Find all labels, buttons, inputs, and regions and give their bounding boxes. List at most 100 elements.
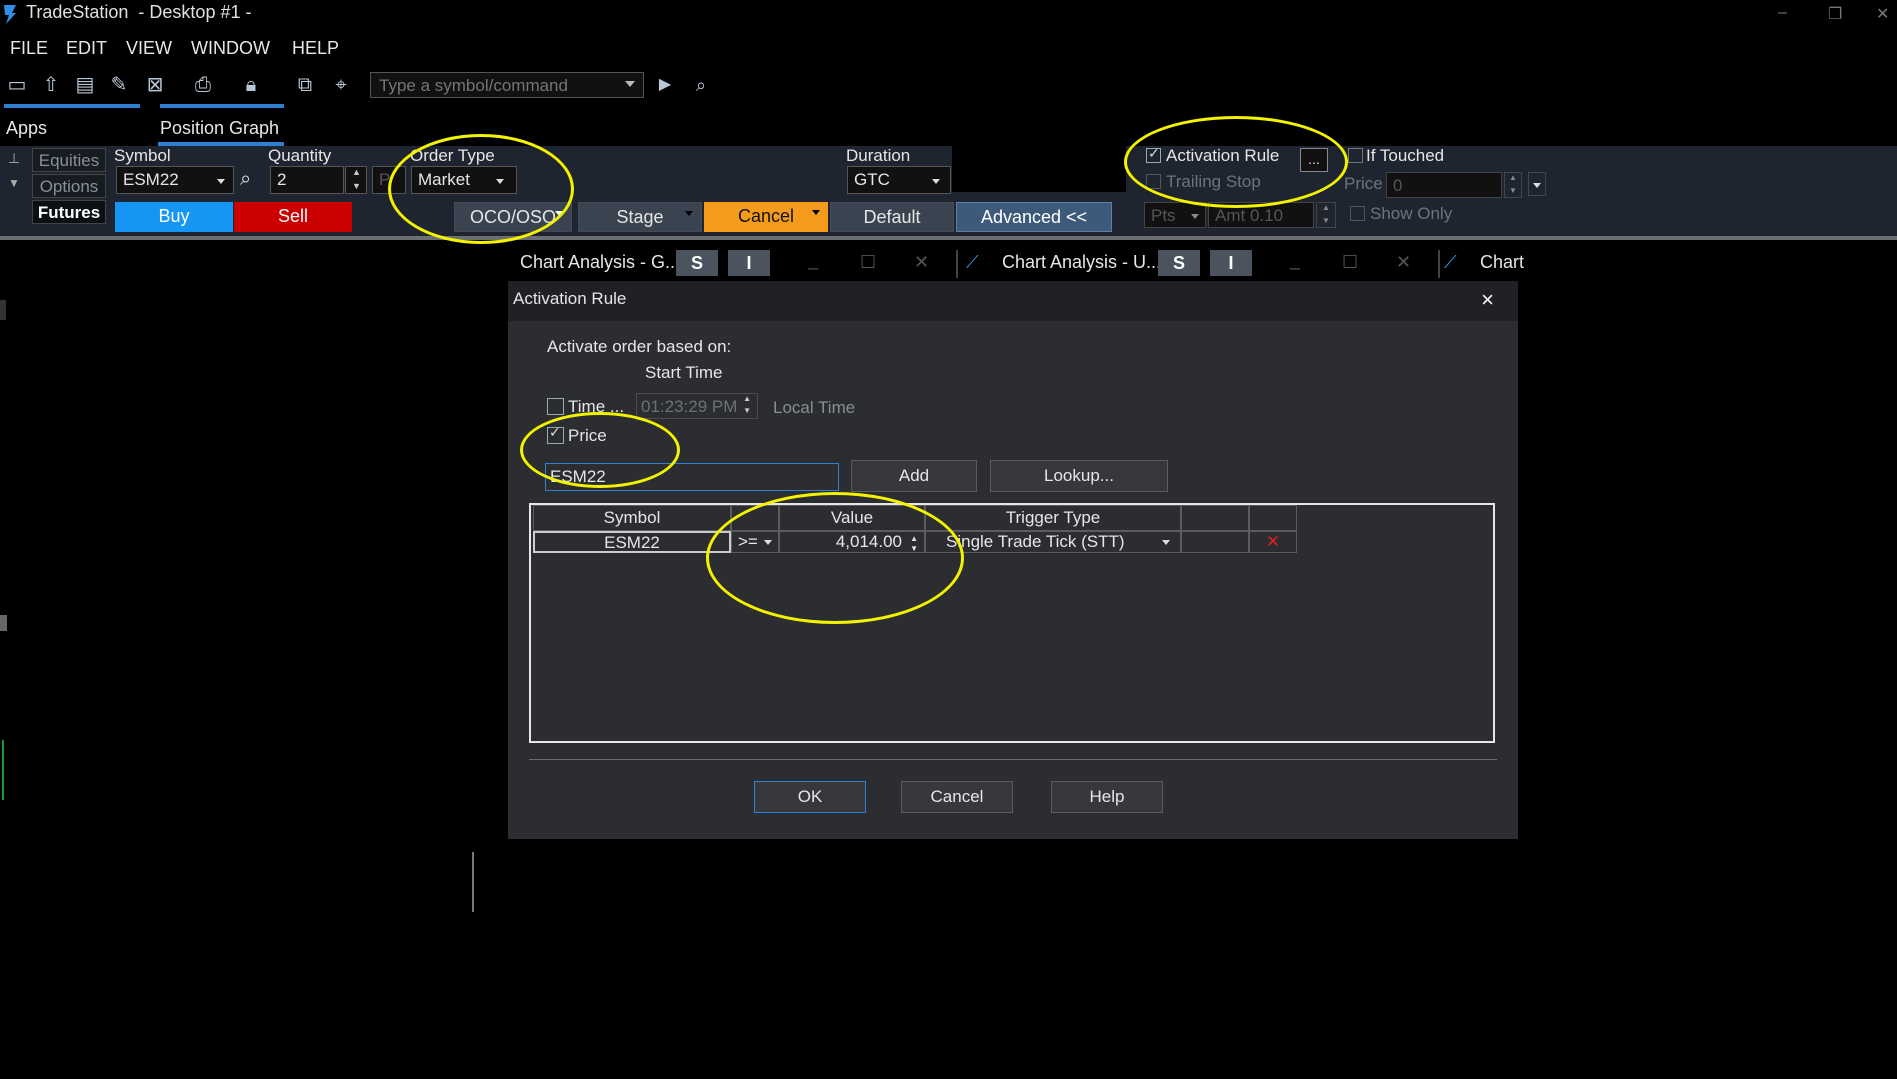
minimize-icon[interactable]: – xyxy=(1778,4,1787,22)
default-button[interactable]: Default xyxy=(830,202,954,232)
row-symbol-cell[interactable]: ESM22 xyxy=(533,531,731,553)
stage-button[interactable]: Stage xyxy=(578,202,702,232)
menu-edit[interactable]: EDIT xyxy=(66,38,107,59)
chevron-down-icon[interactable] xyxy=(812,210,820,215)
duration-select[interactable]: GTC xyxy=(847,166,951,194)
stepper-down-icon[interactable]: ▼ xyxy=(1322,216,1330,225)
chevron-down-icon[interactable] xyxy=(1191,214,1199,219)
stepper-up-icon[interactable]: ▲ xyxy=(1509,173,1517,182)
quantity-stepper[interactable]: ▲ ▼ xyxy=(345,166,367,194)
print-icon[interactable]: ⎙ xyxy=(190,72,216,98)
window-tab-chart-2[interactable]: Chart Analysis - U... xyxy=(1002,252,1161,273)
stray-line xyxy=(472,852,474,912)
price-dropdown[interactable] xyxy=(1528,172,1546,196)
left-edge-fragment xyxy=(0,300,6,320)
stepper-up-icon[interactable]: ▲ xyxy=(743,394,751,403)
advanced-button[interactable]: Advanced << xyxy=(956,202,1112,232)
time-checkbox[interactable] xyxy=(547,398,564,415)
menu-help[interactable]: HELP xyxy=(292,38,339,59)
menu-window[interactable]: WINDOW xyxy=(191,38,270,59)
close-window-icon[interactable]: ⊠ xyxy=(142,72,168,98)
lock-icon[interactable]: 🔒︎ xyxy=(238,72,264,98)
apps-label[interactable]: Apps xyxy=(6,118,47,139)
buy-button[interactable]: Buy xyxy=(115,202,233,232)
ok-button[interactable]: OK xyxy=(754,781,866,813)
tab-equities[interactable]: Equities xyxy=(32,148,106,172)
stepper-down-icon[interactable]: ▼ xyxy=(1509,186,1517,195)
search-icon[interactable]: ⌕ xyxy=(688,72,714,98)
pin-icon[interactable]: ⊥ xyxy=(8,150,20,167)
if-touched-label: If Touched xyxy=(1366,146,1445,165)
chevron-down-icon[interactable] xyxy=(1162,540,1170,545)
stepper-down-icon[interactable]: ▼ xyxy=(743,406,751,415)
save-icon[interactable]: ▤ xyxy=(72,72,98,98)
maximize-icon[interactable]: ☐ xyxy=(1342,252,1358,273)
activation-rule-dialog: Activation Rule × Activate order based o… xyxy=(508,281,1518,839)
tab-options[interactable]: Options xyxy=(32,174,106,198)
time-field[interactable]: 01:23:29 PM ▲ ▼ xyxy=(636,393,758,419)
delete-row-icon[interactable]: ✕ xyxy=(1249,531,1297,553)
annotation-ellipse-order-type xyxy=(388,134,574,244)
window-tab-chart-1[interactable]: Chart Analysis - G... xyxy=(520,252,680,273)
chevron-down-icon[interactable] xyxy=(1533,183,1541,188)
symbol-search-icon[interactable]: ⌕ xyxy=(240,168,251,191)
restore-icon[interactable]: ❐ xyxy=(1828,4,1842,24)
menu-file[interactable]: FILE xyxy=(10,38,48,59)
sell-button[interactable]: Sell xyxy=(234,202,352,232)
minimize-icon[interactable]: _ xyxy=(808,250,818,271)
close-icon[interactable]: ✕ xyxy=(914,252,929,273)
tab-divider xyxy=(1438,250,1440,278)
duration-label: Duration xyxy=(846,146,911,165)
lookup-button[interactable]: Lookup... xyxy=(990,460,1168,492)
stepper-down-icon[interactable]: ▼ xyxy=(352,181,361,191)
amt-stepper[interactable]: ▲ ▼ xyxy=(1316,202,1336,228)
help-button[interactable]: Help xyxy=(1051,781,1163,813)
cancel-order-button[interactable]: Cancel xyxy=(704,202,828,232)
redacted-area xyxy=(952,146,1126,192)
chevron-down-icon[interactable] xyxy=(685,211,693,216)
command-input[interactable] xyxy=(377,75,621,97)
add-button[interactable]: Add xyxy=(851,460,977,492)
dialog-close-icon[interactable]: × xyxy=(1481,287,1494,313)
quantity-field[interactable]: 2 xyxy=(270,166,344,194)
column-header-symbol: Symbol xyxy=(533,505,731,531)
chevron-down-icon[interactable] xyxy=(932,179,940,184)
inspect-icon[interactable]: ⌖ xyxy=(328,72,354,98)
close-icon[interactable]: ✕ xyxy=(1876,4,1889,24)
stepper-up-icon[interactable]: ▲ xyxy=(352,167,361,177)
cancel-button[interactable]: Cancel xyxy=(901,781,1013,813)
minimize-icon[interactable]: _ xyxy=(1290,250,1300,271)
position-graph-tab[interactable]: Position Graph xyxy=(160,118,279,139)
stepper-up-icon[interactable]: ▲ xyxy=(1322,203,1330,212)
annotation-ellipse-value xyxy=(706,492,964,624)
command-box[interactable] xyxy=(370,72,644,98)
symbol-field[interactable]: ESM22 xyxy=(116,166,234,194)
close-icon[interactable]: ✕ xyxy=(1396,252,1411,273)
chevron-down-icon[interactable] xyxy=(625,81,635,87)
strategy-button-1[interactable]: S xyxy=(676,250,718,276)
menu-view[interactable]: VIEW xyxy=(126,38,172,59)
if-touched-checkbox[interactable] xyxy=(1348,148,1363,163)
activate-prompt: Activate order based on: xyxy=(547,337,732,356)
chevron-down-icon[interactable] xyxy=(217,179,225,184)
maximize-icon[interactable]: ☐ xyxy=(860,252,876,273)
new-window-icon[interactable]: ▭ xyxy=(4,72,30,98)
link-icon[interactable]: ⧉ xyxy=(292,72,318,98)
indicator-button-2[interactable]: I xyxy=(1210,250,1252,276)
price-stepper[interactable]: ▲ ▼ xyxy=(1504,172,1522,198)
if-touched-price-field[interactable]: 0 xyxy=(1386,172,1502,198)
play-icon[interactable]: ▶ xyxy=(652,72,678,98)
show-only-checkbox[interactable] xyxy=(1350,206,1365,221)
row-trigger-type-select[interactable]: Single Trade Tick (STT) xyxy=(925,531,1181,553)
collapse-icon[interactable]: ▼ xyxy=(8,176,20,190)
strategy-button-2[interactable]: S xyxy=(1158,250,1200,276)
indicator-button-1[interactable]: I xyxy=(728,250,770,276)
stage-label: Stage xyxy=(616,207,664,227)
window-tab-chart-3[interactable]: Chart xyxy=(1480,252,1524,273)
pts-select[interactable]: Pts xyxy=(1144,202,1206,228)
price-label: Price xyxy=(1344,174,1383,193)
tab-futures[interactable]: Futures xyxy=(32,200,106,224)
open-icon[interactable]: ⇧ xyxy=(38,72,64,98)
dialog-title: Activation Rule xyxy=(513,289,627,308)
edit-icon[interactable]: ✎ xyxy=(106,72,132,98)
